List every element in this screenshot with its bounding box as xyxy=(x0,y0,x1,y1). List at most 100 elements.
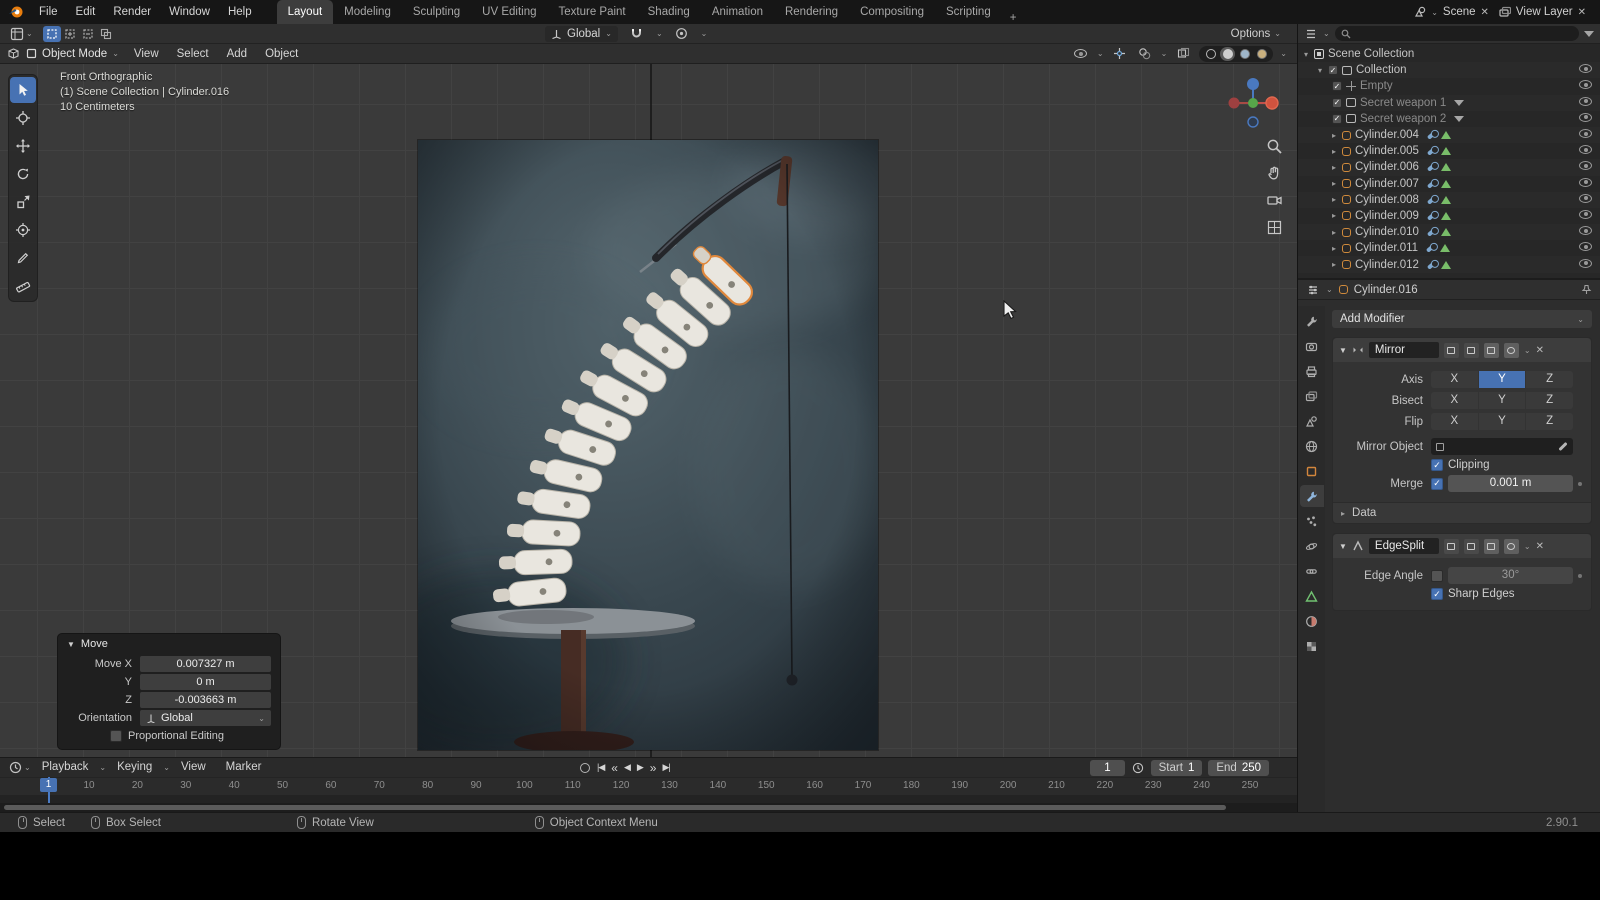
mode-value[interactable]: Object Mode xyxy=(42,48,107,60)
tab-texture[interactable] xyxy=(1300,635,1324,657)
clipping-checkbox[interactable]: ✓ xyxy=(1431,459,1443,471)
modifier-name-field[interactable]: Mirror xyxy=(1369,342,1439,358)
outliner-item-label[interactable]: Cylinder.009 xyxy=(1355,210,1419,222)
add-modifier-button[interactable]: Add Modifier ⌄ xyxy=(1332,310,1592,328)
outliner-row-secret-weapon-1[interactable]: ✓ Secret weapon 1 xyxy=(1298,95,1600,111)
editor-type-button[interactable] xyxy=(8,26,26,42)
outliner-row-collection[interactable]: ▾ ✓ Collection xyxy=(1298,62,1600,78)
timeline-menu-playback[interactable]: Playback xyxy=(33,758,98,777)
visibility-eye-icon[interactable] xyxy=(1579,178,1592,187)
scrollbar-thumb[interactable] xyxy=(4,805,1226,810)
outliner-item-label[interactable]: Cylinder.010 xyxy=(1355,226,1419,238)
menu-window[interactable]: Window xyxy=(160,0,219,24)
mesh-data-icon[interactable] xyxy=(1441,196,1451,204)
visibility-eye-icon[interactable] xyxy=(1579,242,1592,251)
next-keyframe-button[interactable]: » xyxy=(650,761,656,775)
move-x-field[interactable]: 0.007327 m xyxy=(140,656,271,672)
modifier-wrench-icon[interactable] xyxy=(1427,179,1437,188)
proportional-editing-icon[interactable] xyxy=(673,26,691,42)
collection-checkbox[interactable]: ✓ xyxy=(1332,98,1342,108)
tab-shading[interactable]: Shading xyxy=(637,0,701,24)
view-layer-selector[interactable]: View Layer ✕ xyxy=(1499,6,1586,18)
tab-texture-paint[interactable]: Texture Paint xyxy=(548,0,637,24)
modifier-wrench-icon[interactable] xyxy=(1427,195,1437,204)
tool-scale[interactable] xyxy=(10,189,36,215)
mesh-data-icon[interactable] xyxy=(1441,147,1451,155)
snap-options-chevron-icon[interactable]: ⌄ xyxy=(656,29,663,38)
outliner-row-empty[interactable]: ✓ Empty xyxy=(1298,78,1600,94)
start-frame-field[interactable]: Start1 xyxy=(1151,760,1203,776)
tab-render[interactable] xyxy=(1300,335,1324,357)
operator-panel-header[interactable]: ▼ Move xyxy=(58,634,280,653)
display-on-cage-toggle-icon[interactable] xyxy=(1444,539,1459,554)
visibility-eye-icon[interactable] xyxy=(1579,226,1592,235)
modifier-extras-chevron-icon[interactable]: ⌄ xyxy=(1524,542,1531,551)
modifier-wrench-icon[interactable] xyxy=(1427,227,1437,236)
camera-view-icon[interactable] xyxy=(1266,192,1283,209)
edge-angle-slider[interactable]: 30° xyxy=(1448,567,1573,584)
unlink-scene-icon[interactable]: ✕ xyxy=(1481,7,1489,18)
outliner-item-label[interactable]: Cylinder.007 xyxy=(1355,178,1419,190)
select-mode-extend-button[interactable] xyxy=(61,26,79,42)
tab-particles[interactable] xyxy=(1300,510,1324,532)
tab-constraints[interactable] xyxy=(1300,560,1324,582)
collapse-triangle-icon[interactable]: ▼ xyxy=(1339,346,1347,355)
select-mode-new-button[interactable] xyxy=(43,26,61,42)
tab-uv-editing[interactable]: UV Editing xyxy=(471,0,547,24)
modifier-close-icon[interactable]: ✕ xyxy=(1536,541,1544,552)
mirror-modifier-header[interactable]: ▼ Mirror ⌄ ✕ xyxy=(1333,338,1591,362)
outliner-row-cylinder[interactable]: ▸ Cylinder.010 xyxy=(1298,224,1600,240)
modifier-wrench-icon[interactable] xyxy=(1426,244,1436,253)
mode-dropdown[interactable]: Object Mode ⌄ xyxy=(20,48,125,60)
select-mode-intersect-button[interactable] xyxy=(97,26,115,42)
tab-material[interactable] xyxy=(1300,610,1324,632)
modifier-wrench-icon[interactable] xyxy=(1427,146,1437,155)
blender-logo-icon[interactable] xyxy=(8,4,24,20)
tab-world[interactable] xyxy=(1300,435,1324,457)
mesh-data-icon[interactable] xyxy=(1441,131,1451,139)
shading-wireframe-button[interactable] xyxy=(1203,47,1218,61)
mesh-data-icon[interactable] xyxy=(1441,228,1451,236)
proportional-editing-checkbox[interactable] xyxy=(110,730,122,742)
expand-icon[interactable]: ▸ xyxy=(1332,228,1342,237)
visibility-eye-icon[interactable] xyxy=(1579,80,1592,89)
menu-file[interactable]: File xyxy=(30,0,67,24)
tab-modifiers[interactable] xyxy=(1300,485,1324,507)
tab-rendering[interactable]: Rendering xyxy=(774,0,849,24)
snap-magnet-icon[interactable] xyxy=(628,26,646,42)
visibility-eye-icon[interactable] xyxy=(1579,259,1592,268)
menu-render[interactable]: Render xyxy=(104,0,160,24)
visibility-eye-icon[interactable] xyxy=(1579,113,1592,122)
move-y-field[interactable]: 0 m xyxy=(140,674,271,690)
flip-x-button[interactable]: X xyxy=(1431,413,1478,430)
tab-scene[interactable] xyxy=(1300,410,1324,432)
tool-annotate[interactable] xyxy=(10,245,36,271)
outliner-row-secret-weapon-2[interactable]: ✓ Secret weapon 2 xyxy=(1298,111,1600,127)
visibility-eye-icon[interactable] xyxy=(1579,145,1592,154)
bisect-z-button[interactable]: Z xyxy=(1526,392,1573,409)
visibility-dropdown-icon[interactable] xyxy=(1072,46,1090,62)
outliner-item-label[interactable]: Cylinder.004 xyxy=(1355,129,1419,141)
outliner-search-input[interactable] xyxy=(1335,26,1579,41)
mesh-data-icon[interactable] xyxy=(1440,244,1450,252)
play-reverse-button[interactable]: ◀ xyxy=(624,762,630,773)
display-edit-mode-toggle-icon[interactable] xyxy=(1464,343,1479,358)
outliner-row-cylinder[interactable]: ▸ Cylinder.008 xyxy=(1298,192,1600,208)
orientation-dropdown[interactable]: Global ⌄ xyxy=(140,710,271,726)
outliner-row-cylinder[interactable]: ▸ Cylinder.011 xyxy=(1298,240,1600,256)
outliner-item-label[interactable]: Cylinder.006 xyxy=(1355,161,1419,173)
pan-hand-icon[interactable] xyxy=(1266,165,1283,182)
options-label[interactable]: Options xyxy=(1231,28,1271,40)
outliner-row-cylinder[interactable]: ▸ Cylinder.006 xyxy=(1298,159,1600,175)
expand-icon[interactable]: ▸ xyxy=(1332,244,1342,253)
proportional-options-chevron-icon[interactable]: ⌄ xyxy=(701,29,708,38)
tool-select-box[interactable] xyxy=(10,77,36,103)
tool-transform[interactable] xyxy=(10,217,36,243)
visibility-eye-icon[interactable] xyxy=(1579,64,1592,73)
end-frame-field[interactable]: End250 xyxy=(1208,760,1269,776)
modifier-name-field[interactable]: EdgeSplit xyxy=(1369,538,1439,554)
outliner-item-label[interactable]: Cylinder.008 xyxy=(1355,194,1419,206)
play-button[interactable]: ▶ xyxy=(637,762,643,773)
outliner-item-label[interactable]: Secret weapon 1 xyxy=(1360,97,1446,109)
expand-icon[interactable]: ▸ xyxy=(1332,260,1342,269)
